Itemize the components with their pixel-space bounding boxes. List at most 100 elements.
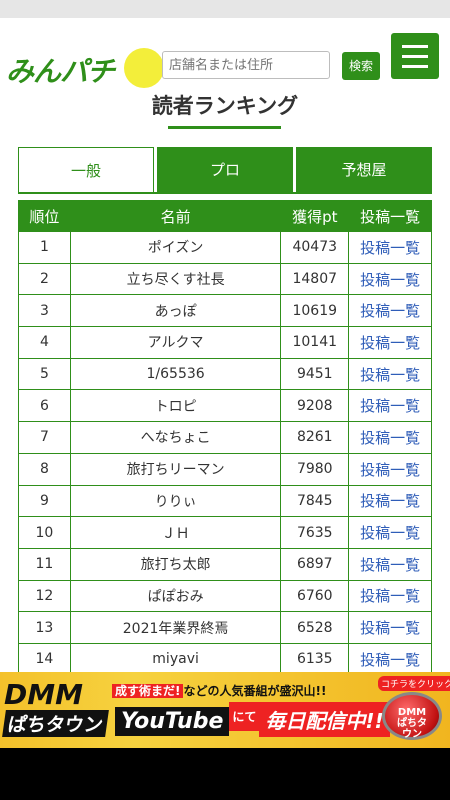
- rank-cell: 5: [18, 357, 71, 391]
- header-name: 名前: [69, 200, 282, 232]
- status-bar: [0, 0, 450, 18]
- ad-brand-top: DMM: [4, 678, 83, 711]
- points-cell: 7980: [280, 452, 350, 486]
- points-cell: 10619: [280, 294, 350, 328]
- points-cell: 6897: [280, 547, 350, 581]
- posts-link[interactable]: 投稿一覧: [348, 611, 432, 644]
- points-cell: 6760: [280, 579, 350, 613]
- table-row: 3 あっぽ 10619 投稿一覧: [18, 294, 432, 328]
- posts-link[interactable]: 投稿一覧: [348, 262, 432, 296]
- name-cell: 2021年業界終焉: [69, 611, 282, 644]
- rank-cell: 7: [18, 421, 71, 454]
- table-row: 9 りりぃ 7845 投稿一覧: [18, 484, 432, 518]
- rank-cell: 6: [18, 389, 71, 423]
- points-cell: 9208: [280, 389, 350, 423]
- ad-tagline-highlight: 成す術まだ!: [112, 684, 184, 698]
- rank-cell: 14: [18, 642, 71, 672]
- ad-brand-bottom: ぱちタウン: [2, 710, 109, 737]
- page: みんパチ 検索 読者ランキング 一般 プロ 予想屋 順位 名前 獲得pt 投稿一…: [0, 28, 450, 672]
- table-row: 11 旅打ち太郎 6897 投稿一覧: [18, 547, 432, 581]
- rank-cell: 10: [18, 516, 71, 549]
- table-row: 1 ポイズン 40473 投稿一覧: [18, 231, 432, 264]
- table-row: 10 ＪＨ 7635 投稿一覧: [18, 516, 432, 549]
- name-cell: あっぽ: [69, 294, 282, 328]
- hamburger-menu-icon[interactable]: [391, 33, 439, 79]
- name-cell: トロピ: [69, 389, 282, 423]
- tab-general[interactable]: 一般: [18, 147, 154, 193]
- rank-cell: 4: [18, 326, 71, 359]
- table-row: 4 アルクマ 10141 投稿一覧: [18, 326, 432, 359]
- points-cell: 9451: [280, 357, 350, 391]
- header-points: 獲得pt: [280, 200, 350, 232]
- name-cell: へなちょこ: [69, 421, 282, 454]
- posts-link[interactable]: 投稿一覧: [348, 326, 432, 359]
- rank-cell: 11: [18, 547, 71, 581]
- table-row: 13 2021年業界終焉 6528 投稿一覧: [18, 611, 432, 644]
- table-header-row: 順位 名前 獲得pt 投稿一覧: [18, 200, 432, 232]
- ad-tagline-rest: などの人気番組が盛沢山!!: [183, 684, 327, 698]
- posts-link[interactable]: 投稿一覧: [348, 294, 432, 328]
- name-cell: 1/65536: [69, 357, 282, 391]
- ranking-tabs: 一般 プロ 予想屋: [18, 147, 432, 193]
- points-cell: 7635: [280, 516, 350, 549]
- ad-button-text: DMMぱちタウン: [397, 707, 427, 740]
- ad-click-button[interactable]: コチラをクリック!! DMMぱちタウン: [374, 674, 450, 746]
- points-cell: 40473: [280, 231, 350, 264]
- points-cell: 7845: [280, 484, 350, 518]
- search-input[interactable]: [162, 51, 330, 79]
- posts-link[interactable]: 投稿一覧: [348, 421, 432, 454]
- rank-cell: 3: [18, 294, 71, 328]
- ad-banner[interactable]: DMM ぱちタウン 成す術まだ! などの人気番組が盛沢山!! YouTube にて毎…: [0, 672, 450, 748]
- posts-link[interactable]: 投稿一覧: [348, 484, 432, 518]
- ad-click-caption: コチラをクリック!!: [378, 676, 450, 691]
- posts-link[interactable]: 投稿一覧: [348, 579, 432, 613]
- name-cell: miyavi: [69, 642, 282, 672]
- rank-cell: 13: [18, 611, 71, 644]
- ad-ni: にて: [229, 702, 260, 731]
- points-cell: 6528: [280, 611, 350, 644]
- ranking-table: 順位 名前 獲得pt 投稿一覧 1 ポイズン 40473 投稿一覧 2 立ち尽くす社長 14…: [18, 200, 432, 672]
- table-row: 8 旅打ちリーマン 7980 投稿一覧: [18, 452, 432, 486]
- rank-cell: 1: [18, 231, 71, 264]
- table-row: 6 トロピ 9208 投稿一覧: [18, 389, 432, 423]
- tab-pro[interactable]: プロ: [157, 147, 293, 193]
- title-underline: [168, 126, 281, 129]
- rank-cell: 8: [18, 452, 71, 486]
- name-cell: 旅打ちリーマン: [69, 452, 282, 486]
- rank-cell: 12: [18, 579, 71, 613]
- posts-link[interactable]: 投稿一覧: [348, 231, 432, 264]
- logo-sun-icon: [124, 48, 164, 88]
- posts-link[interactable]: 投稿一覧: [348, 389, 432, 423]
- site-logo[interactable]: みんパチ: [6, 48, 164, 88]
- table-row: 7 へなちょこ 8261 投稿一覧: [18, 421, 432, 454]
- posts-link[interactable]: 投稿一覧: [348, 547, 432, 581]
- ad-red-button-icon[interactable]: DMMぱちタウン: [382, 692, 442, 740]
- name-cell: ぱぽおみ: [69, 579, 282, 613]
- posts-link[interactable]: 投稿一覧: [348, 452, 432, 486]
- page-title: 読者ランキング: [151, 94, 299, 118]
- site-header: みんパチ 検索: [0, 28, 450, 88]
- name-cell: 立ち尽くす社長: [69, 262, 282, 296]
- name-cell: りりぃ: [69, 484, 282, 518]
- name-cell: 旅打ち太郎: [69, 547, 282, 581]
- posts-link[interactable]: 投稿一覧: [348, 642, 432, 672]
- rank-cell: 9: [18, 484, 71, 518]
- ad-logo: DMM ぱちタウン: [2, 678, 112, 742]
- posts-link[interactable]: 投稿一覧: [348, 516, 432, 549]
- table-row: 5 1/65536 9451 投稿一覧: [18, 357, 432, 391]
- ad-daily: 毎日配信中!!: [259, 702, 390, 737]
- header-rank: 順位: [18, 200, 71, 232]
- tab-predictor[interactable]: 予想屋: [296, 147, 432, 193]
- points-cell: 8261: [280, 421, 350, 454]
- ad-headline: YouTube にて 毎日配信中!!: [115, 702, 390, 737]
- ad-tagline: 成す術まだ! などの人気番組が盛沢山!!: [112, 682, 326, 699]
- table-row: 12 ぱぽおみ 6760 投稿一覧: [18, 579, 432, 613]
- points-cell: 14807: [280, 262, 350, 296]
- posts-link[interactable]: 投稿一覧: [348, 357, 432, 391]
- points-cell: 6135: [280, 642, 350, 672]
- logo-text: みんパチ: [6, 55, 115, 88]
- search-button[interactable]: 検索: [342, 52, 380, 80]
- table-row: 2 立ち尽くす社長 14807 投稿一覧: [18, 262, 432, 296]
- points-cell: 10141: [280, 326, 350, 359]
- tab-underline: [18, 192, 432, 194]
